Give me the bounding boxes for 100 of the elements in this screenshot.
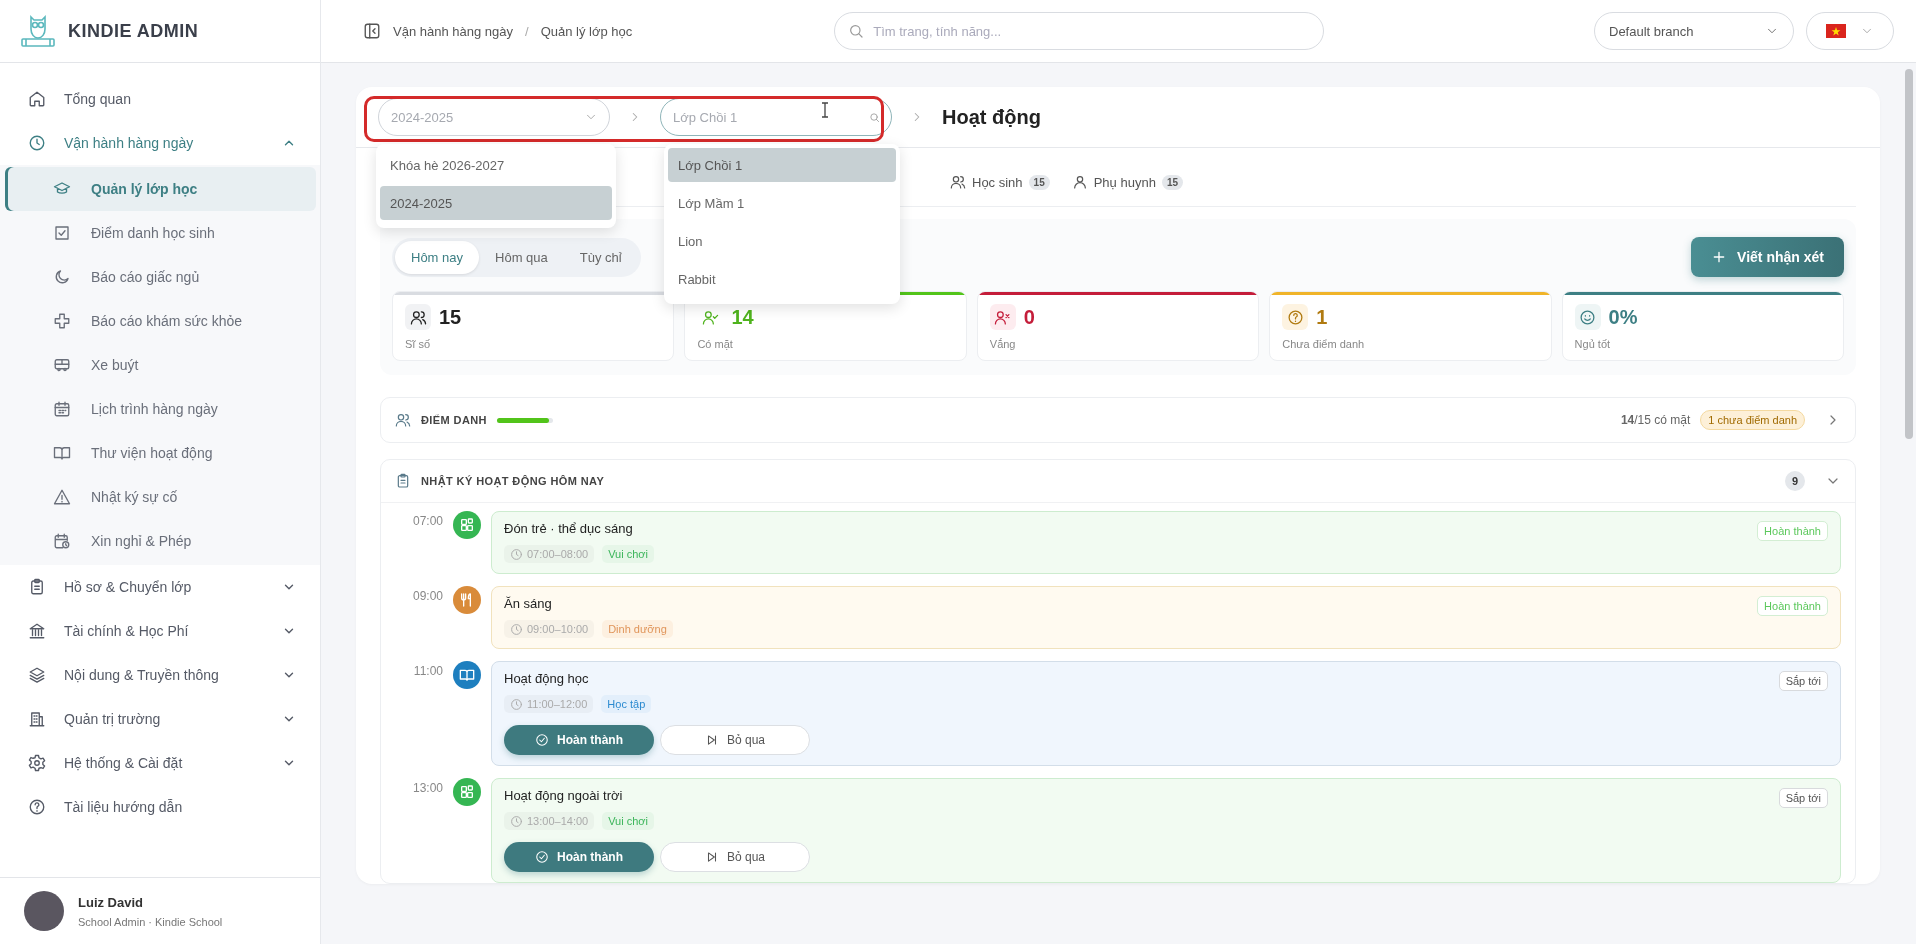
count-badge: 9 (1785, 471, 1805, 491)
status-badge: Hoàn thành (1757, 596, 1828, 616)
skip-button[interactable]: Bỏ qua (660, 725, 810, 755)
calendar-icon (53, 400, 71, 418)
breadcrumb-item[interactable]: Vận hành hàng ngày (393, 23, 513, 39)
avatar (24, 891, 64, 931)
language-select[interactable] (1806, 12, 1894, 50)
owl-logo-icon (20, 14, 56, 48)
range-tab[interactable]: Hôm qua (479, 240, 564, 274)
sidebar-item[interactable]: Nội dung & Truyền thông (0, 653, 320, 697)
medical-cross-icon (53, 312, 71, 330)
breadcrumb-item[interactable]: Quản lý lớp học (540, 23, 633, 39)
page-title: Hoạt động (942, 105, 1041, 129)
search-field[interactable]: Tìm trang, tính năng... (834, 12, 1325, 50)
class-search-field[interactable]: Lớp Chồi 1 (660, 98, 892, 136)
text-cursor-icon (821, 102, 829, 118)
tab[interactable]: Phụ huynh 15 (1071, 170, 1183, 194)
dropdown-option[interactable]: Lion (668, 224, 896, 258)
sidebar-item[interactable]: Tổng quan (0, 77, 320, 121)
stat-value: 0% (1608, 305, 1638, 329)
sidebar-item[interactable]: Vận hành hàng ngày (0, 121, 320, 165)
count-badge: 15 (1028, 174, 1050, 190)
warning-icon (53, 488, 71, 506)
stat-label: Chưa điểm danh (1282, 338, 1366, 350)
category-tag: Vui chơi (602, 812, 654, 830)
section-title: ĐIỂM DANH (421, 414, 487, 426)
stat-value: 1 (1316, 305, 1328, 329)
user-role: School Admin · Kindie School (78, 915, 223, 928)
user-x-icon (994, 308, 1012, 326)
time-label: 09:00 (411, 588, 443, 605)
clock-icon (510, 622, 523, 636)
users-icon (395, 412, 411, 428)
book-icon (53, 444, 71, 462)
unmarked-badge: 1 chưa điểm danh (1700, 410, 1805, 430)
activity-title: Ăn sáng (504, 596, 553, 611)
range-tab[interactable]: Hôm nay (395, 240, 480, 274)
sidebar-item[interactable]: Tài liệu hướng dẫn (0, 785, 320, 829)
sidebar-item[interactable]: Hồ sơ & Chuyển lớp (0, 565, 320, 609)
stat-value: 0 (1023, 305, 1035, 329)
complete-button[interactable]: Hoàn thành (504, 842, 654, 872)
breadcrumb-separator: / (525, 23, 529, 39)
sidebar-toggle-icon (363, 22, 381, 40)
dropdown-option[interactable]: Rabbit (668, 262, 896, 296)
users-icon (409, 308, 427, 326)
sidebar-subitem[interactable]: Thư viện hoạt động (5, 431, 316, 475)
stat-label: Ngủ tốt (1574, 338, 1612, 350)
sidebar-subitem[interactable]: Xin nghỉ & Phép (5, 519, 316, 563)
time-label: 13:00 (411, 780, 443, 797)
flag-icon (1826, 24, 1846, 38)
dropdown-option[interactable]: Lớp Chồi 1 (668, 148, 896, 182)
category-tag: Dinh dưỡng (602, 620, 673, 638)
clipboard-icon (28, 578, 46, 596)
branch-select[interactable]: Default branch (1594, 12, 1794, 50)
category-tag: Vui chơi (602, 545, 654, 563)
home-icon (28, 90, 46, 108)
sidebar-subitem[interactable]: Xe buýt (5, 343, 316, 387)
checkbox-icon (53, 224, 71, 242)
sidebar-item[interactable]: Hệ thống & Cài đặt (0, 741, 320, 785)
layers-icon (28, 666, 46, 684)
range-tab[interactable]: Tùy chỉ (563, 240, 638, 274)
grid-icon (459, 517, 475, 533)
sidebar-subitem[interactable]: Quản lý lớp học (5, 167, 316, 211)
time-label: 11:00 (412, 663, 443, 680)
activity-title: Hoạt động học (504, 671, 590, 686)
count-badge: 15 (1161, 174, 1183, 190)
sidebar-subitem[interactable]: Lịch trình hàng ngày (5, 387, 316, 431)
stat-value: 14 (731, 305, 754, 329)
help-icon (1286, 308, 1304, 326)
smile-icon (1579, 308, 1597, 326)
status-badge: Sắp tới (1778, 671, 1828, 691)
attendance-bar[interactable]: ĐIỂM DANH 14/15 có mặt 1 chưa điểm danh (380, 397, 1856, 443)
stat-label: Vắng (989, 338, 1017, 350)
dropdown-option[interactable]: Lớp Mầm 1 (668, 186, 896, 220)
activity-title: Đón trẻ · thể dục sáng (504, 521, 634, 536)
settings-icon (28, 754, 46, 772)
calendar-clock-icon (53, 532, 71, 550)
write-comment-button[interactable]: Viết nhận xét (1691, 237, 1844, 277)
complete-button[interactable]: Hoàn thành (504, 725, 654, 755)
year-field[interactable]: 2024-2025 (378, 98, 610, 136)
tab[interactable]: Học sinh 15 (950, 170, 1050, 194)
stat-label: Có mặt (697, 338, 734, 350)
clock-icon (510, 547, 523, 561)
users-icon (950, 174, 966, 190)
time-range: 09:00–10:00 (504, 620, 595, 638)
sidebar-item[interactable]: Quản trị trường (0, 697, 320, 741)
user-check-icon (701, 308, 719, 326)
sidebar-item[interactable]: Tài chính & Học Phí (0, 609, 320, 653)
sidebar-subitem[interactable]: Báo cáo khám sức khỏe (5, 299, 316, 343)
status-badge: Hoàn thành (1757, 521, 1828, 541)
clock-icon (510, 814, 523, 828)
skip-button[interactable]: Bỏ qua (660, 842, 810, 872)
dropdown-option[interactable]: 2024-2025 (380, 186, 612, 220)
sidebar-subitem[interactable]: Báo cáo giấc ngủ (5, 255, 316, 299)
stat-label: Sĩ số (405, 338, 432, 350)
dropdown-option[interactable]: Khóa hè 2026-2027 (380, 148, 612, 182)
clipboard-icon (395, 473, 411, 489)
sidebar-subitem[interactable]: Điểm danh học sinh (5, 211, 316, 255)
help-icon (28, 798, 46, 816)
sidebar-subitem[interactable]: Nhật ký sự cố (5, 475, 316, 519)
bus-icon (53, 356, 71, 374)
